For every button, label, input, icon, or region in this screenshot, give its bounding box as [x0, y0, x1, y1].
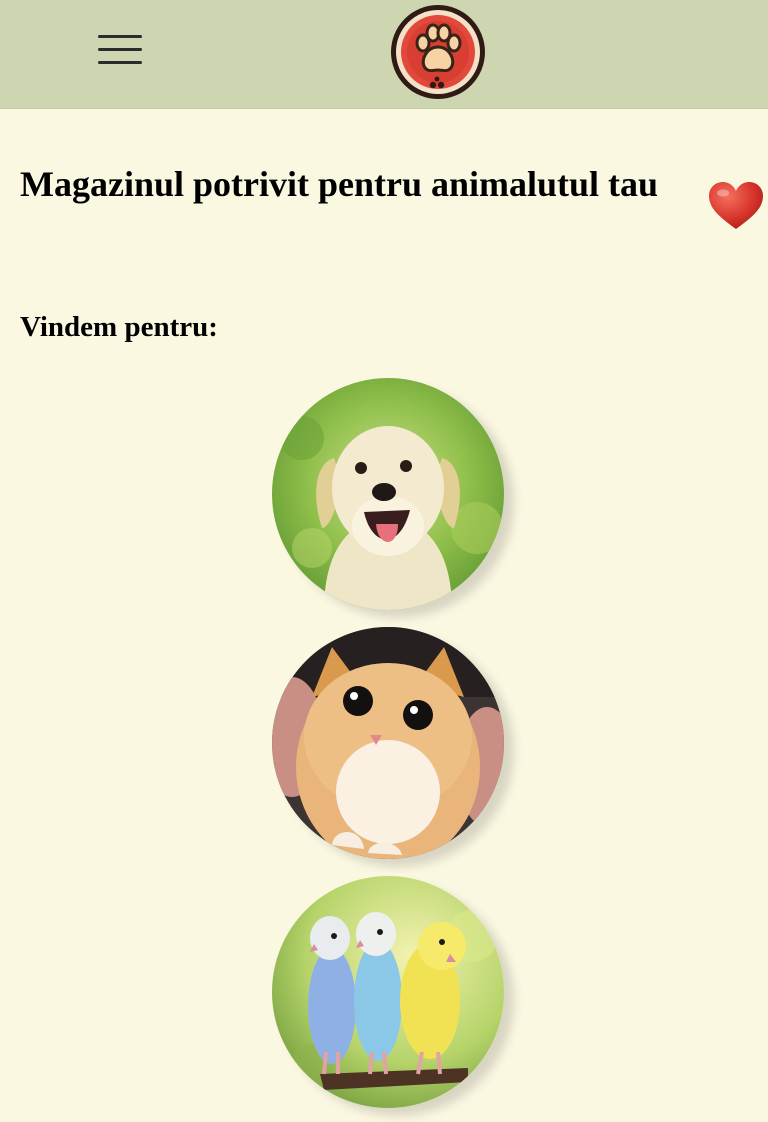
page-title: Magazinul potrivit pentru animalutul tau	[20, 164, 659, 204]
section-subtitle: Vindem pentru:	[20, 311, 218, 343]
puppy-photo[interactable]	[272, 378, 504, 610]
paw-print-logo-icon[interactable]	[389, 3, 487, 101]
hamburger-menu-icon[interactable]	[96, 32, 144, 68]
kitten-photo[interactable]	[272, 627, 504, 859]
parakeets-photo[interactable]	[272, 876, 504, 1108]
heart-icon[interactable]	[707, 180, 765, 232]
top-header	[0, 0, 768, 109]
